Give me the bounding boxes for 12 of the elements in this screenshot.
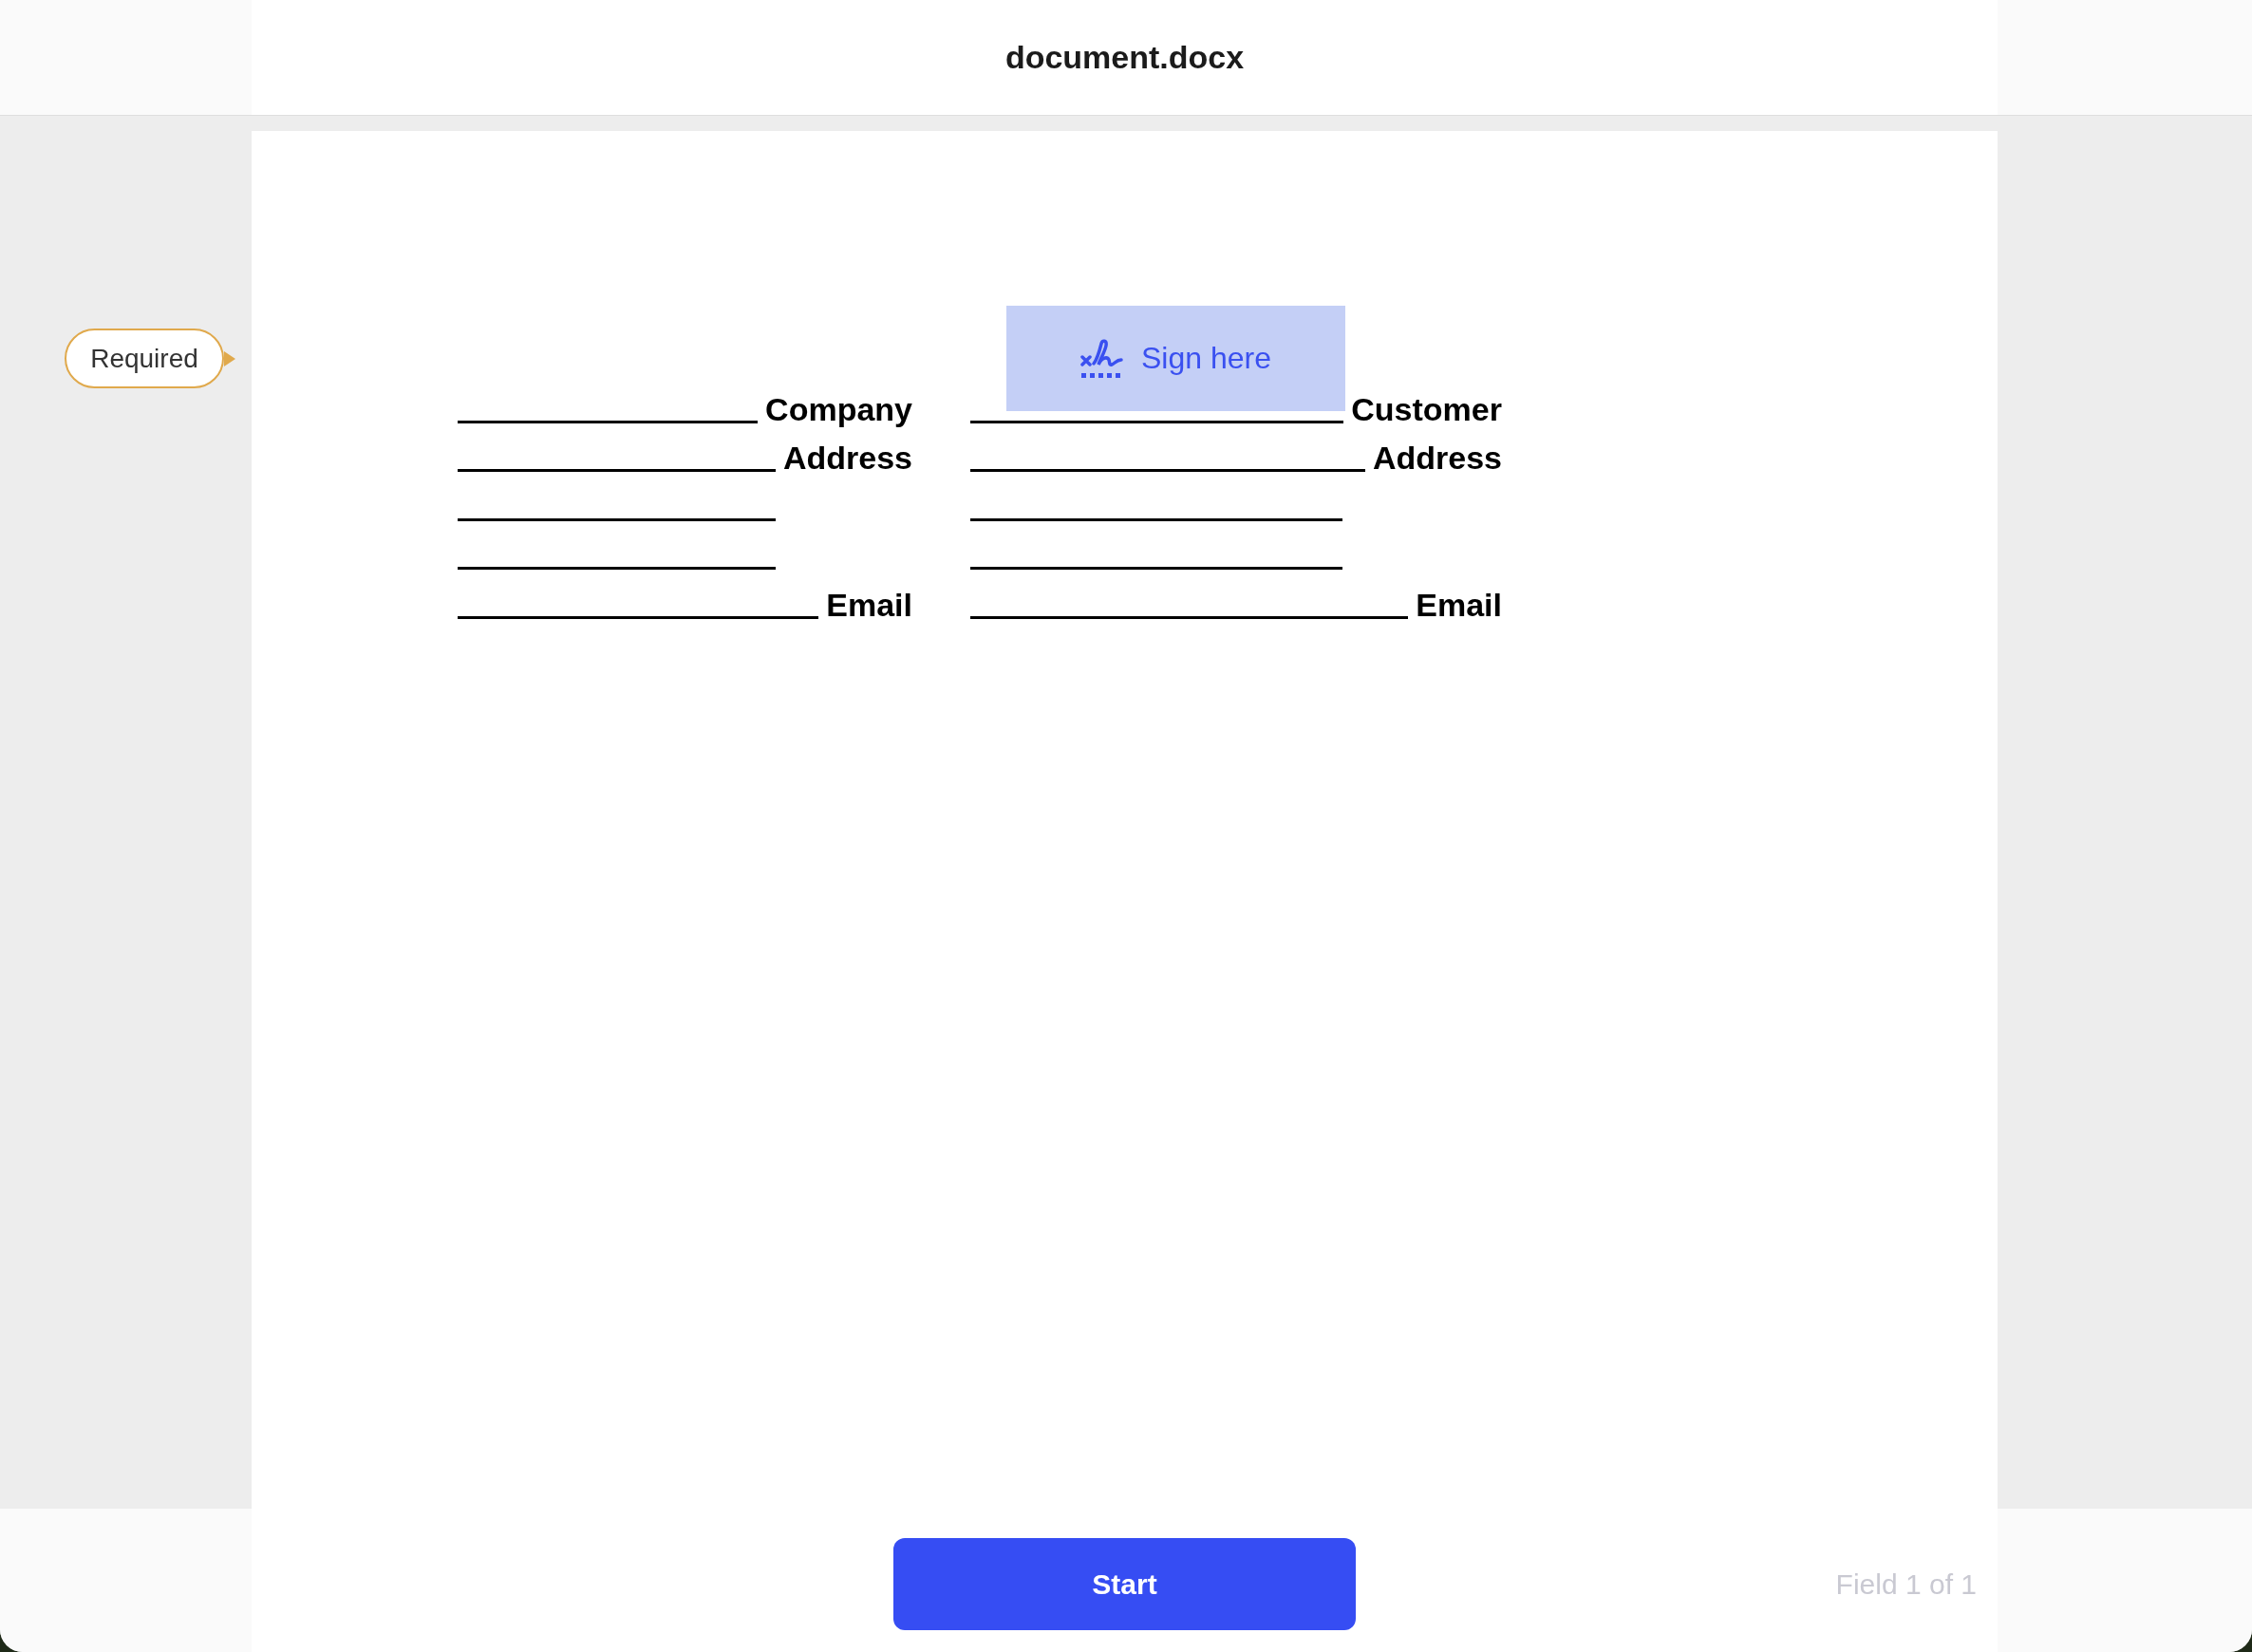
form-label: Address — [782, 439, 912, 478]
start-button[interactable]: Start — [893, 1538, 1356, 1630]
form-label: Address — [1372, 439, 1502, 478]
form-label: Customer — [1351, 389, 1502, 429]
form-label: Company — [765, 389, 912, 429]
document-title: document.docx — [1004, 39, 1245, 76]
signature-field[interactable]: Sign here — [1006, 306, 1345, 411]
pointer-icon — [224, 351, 235, 366]
required-badge: Required — [65, 329, 224, 388]
form-label: Email — [826, 585, 912, 625]
signature-icon — [1080, 338, 1124, 379]
form-label: Email — [1416, 585, 1502, 625]
